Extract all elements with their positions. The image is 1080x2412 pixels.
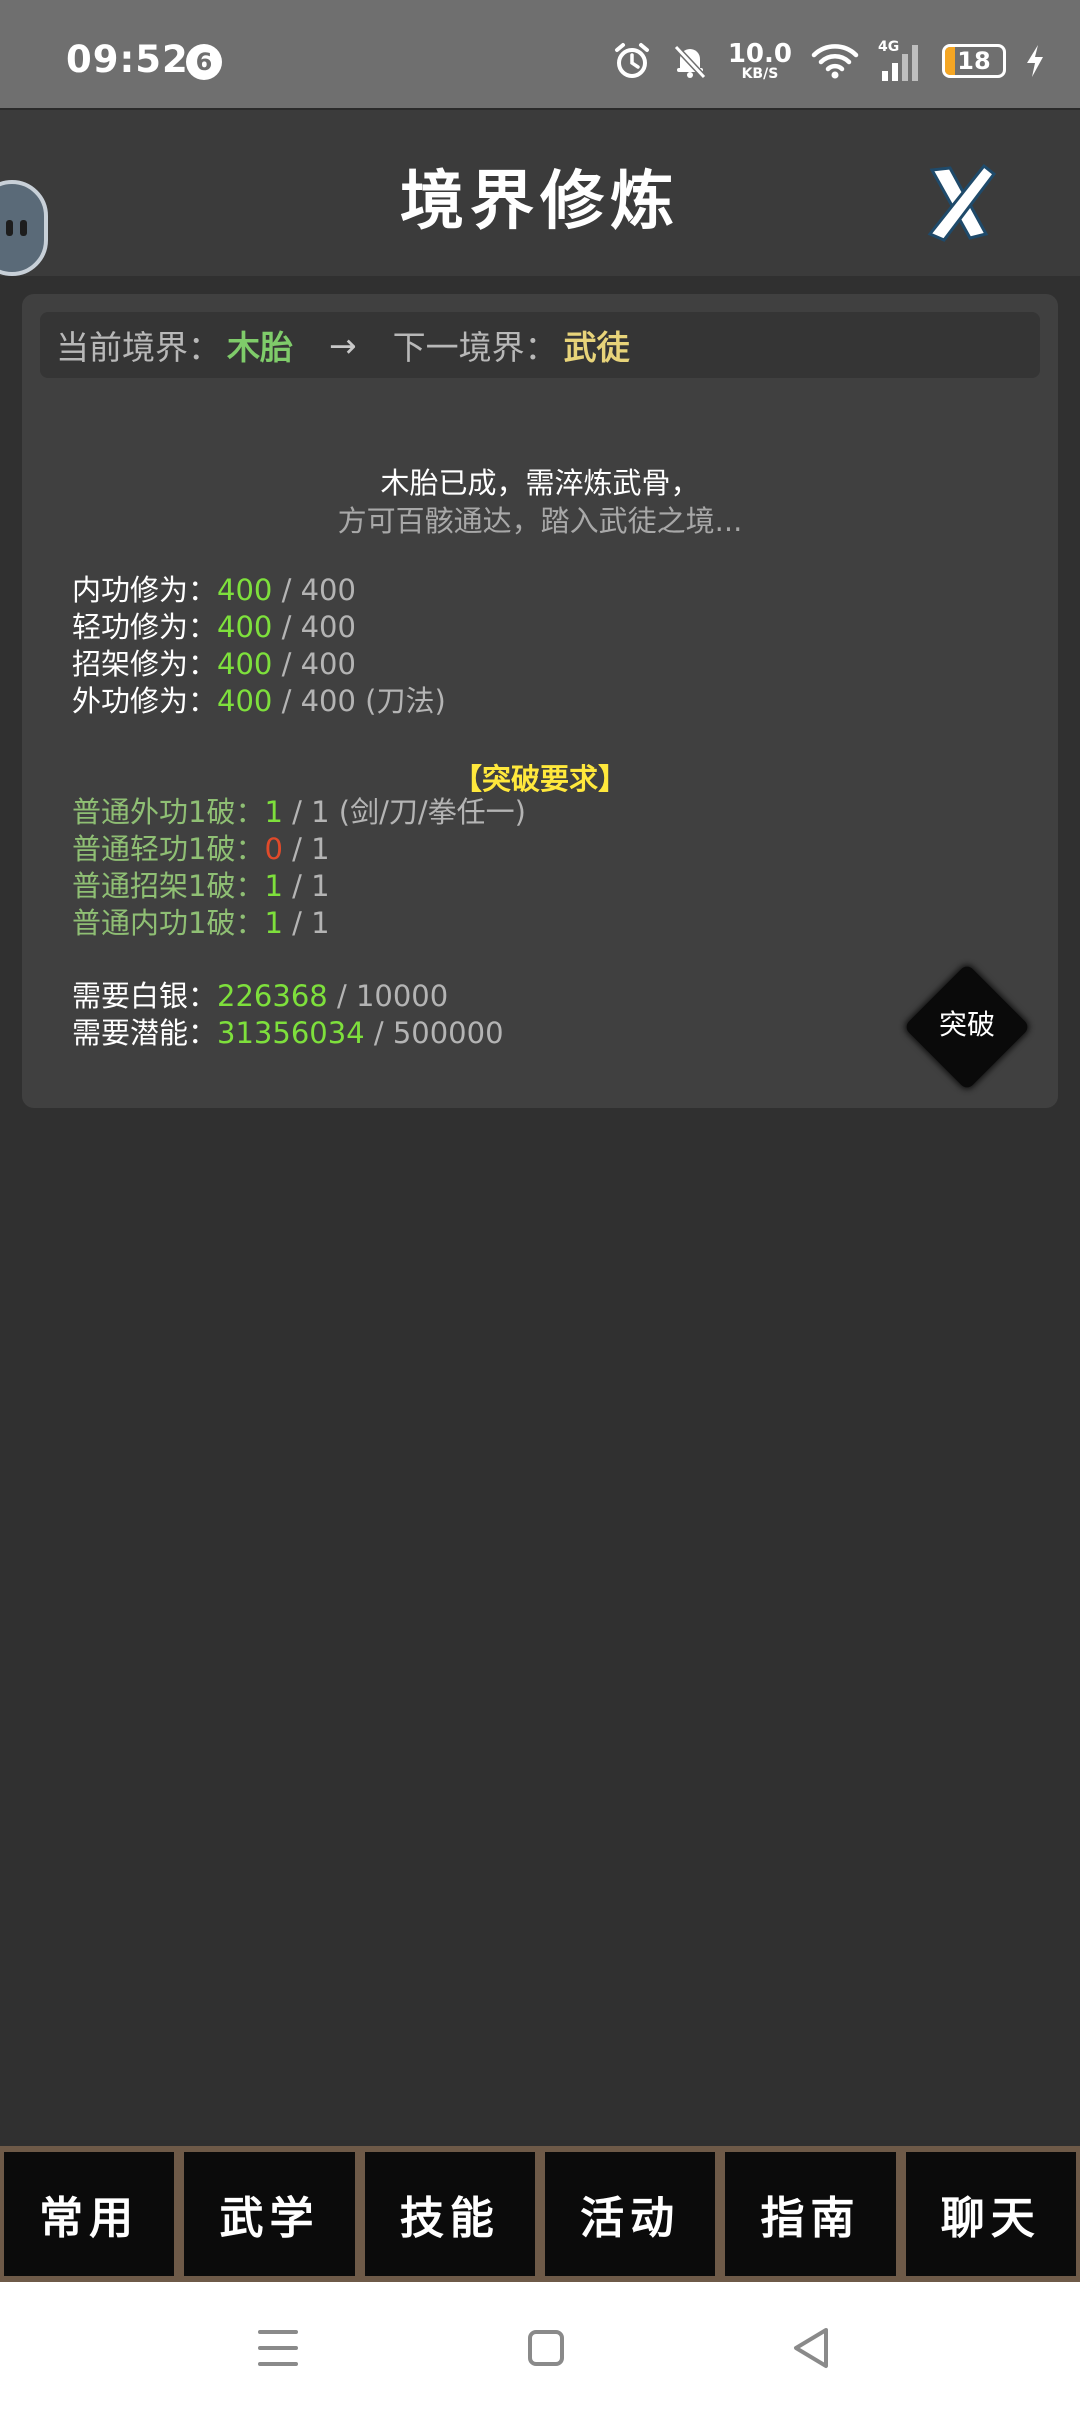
stat-row-inner-power: 内功修为：400 / 400 xyxy=(72,573,356,607)
cost-row-silver: 需要白银：226368 / 10000 xyxy=(72,979,449,1013)
handle-eye-icon xyxy=(20,220,27,236)
realm-description-line2: 方可百骸通达，踏入武徒之境... xyxy=(337,504,743,538)
header: 境界修炼 xyxy=(0,108,1080,276)
close-icon xyxy=(927,163,997,242)
network-speed: 10.0 KB/S xyxy=(727,39,792,82)
requirement-row: 普通内功1破：1 / 1 xyxy=(72,906,330,940)
realm-progress-bar: 当前境界： 木胎 → 下一境界： 武徒 xyxy=(40,312,1040,378)
battery-icon: 18 xyxy=(942,44,1006,78)
cultivation-stats: 内功修为：400 / 400 轻功修为：400 / 400 招架修为：400 /… xyxy=(72,572,446,720)
requirement-row: 普通轻功1破：0 / 1 xyxy=(72,832,330,866)
charging-icon xyxy=(1027,45,1043,77)
page-title: 境界修炼 xyxy=(400,164,680,239)
realm-arrow: → xyxy=(329,325,357,365)
cost-row-potential: 需要潜能：31356034 / 500000 xyxy=(72,1016,504,1050)
realm-cultivation-panel: 当前境界： 木胎 → 下一境界： 武徒 木胎已成，需淬炼武骨， 方可百骸通达，踏… xyxy=(22,294,1058,1108)
nav-tab-common[interactable]: 常用 xyxy=(4,2152,175,2276)
signal-icon: 4G xyxy=(878,39,924,83)
next-realm-value: 武徒 xyxy=(563,328,630,367)
stat-row-outer-power: 外功修为：400 / 400 (刀法) xyxy=(72,684,446,718)
clock: 09:52 xyxy=(66,38,189,81)
close-button[interactable] xyxy=(920,160,1000,246)
breakthrough-costs: 需要白银：226368 / 10000 需要潜能：31356034 / 5000… xyxy=(72,978,504,1052)
notification-count-badge: 6 xyxy=(186,44,222,80)
floating-assistant-handle[interactable] xyxy=(0,180,48,276)
home-icon xyxy=(528,2330,564,2366)
realm-description-line1: 木胎已成，需淬炼武骨， xyxy=(380,466,700,500)
current-realm-value: 木胎 xyxy=(227,328,293,367)
system-navigation-bar xyxy=(0,2282,1080,2412)
back-icon xyxy=(794,2328,828,2368)
back-button[interactable] xyxy=(782,2318,842,2378)
stat-row-light-skill: 轻功修为：400 / 400 xyxy=(72,610,356,644)
nav-tab-guide[interactable]: 指南 xyxy=(725,2152,896,2276)
nav-tab-chat[interactable]: 聊天 xyxy=(905,2152,1076,2276)
current-realm-label: 当前境界： xyxy=(56,328,221,367)
handle-eye-icon xyxy=(6,220,13,236)
menu-icon xyxy=(258,2330,298,2366)
requirements-heading: 【突破要求】 xyxy=(452,762,627,796)
status-icons: 10.0 KB/S 4G 18 xyxy=(612,36,1046,86)
requirement-row: 普通外功1破：1 / 1 (剑/刀/拳任一) xyxy=(72,795,526,829)
status-bar: 09:52 6 10.0 KB/S 4G 18 xyxy=(0,0,1080,108)
breakthrough-button[interactable] xyxy=(903,963,1031,1091)
breakthrough-requirements: 普通外功1破：1 / 1 (剑/刀/拳任一) 普通轻功1破：0 / 1 普通招架… xyxy=(72,794,526,942)
wifi-icon xyxy=(811,44,859,79)
requirement-row: 普通招架1破：1 / 1 xyxy=(72,869,330,903)
stat-row-parry: 招架修为：400 / 400 xyxy=(72,647,356,681)
bottom-nav: 常用 武学 技能 活动 指南 聊天 xyxy=(0,2146,1080,2282)
bell-off-icon xyxy=(673,44,707,80)
recent-apps-button[interactable] xyxy=(248,2318,308,2378)
next-realm-label: 下一境界： xyxy=(392,328,558,367)
nav-tab-events[interactable]: 活动 xyxy=(544,2152,716,2276)
alarm-icon xyxy=(614,43,649,78)
nav-tab-skills[interactable]: 技能 xyxy=(364,2152,535,2276)
home-button[interactable] xyxy=(516,2318,576,2378)
nav-tab-martial-arts[interactable]: 武学 xyxy=(184,2152,355,2276)
